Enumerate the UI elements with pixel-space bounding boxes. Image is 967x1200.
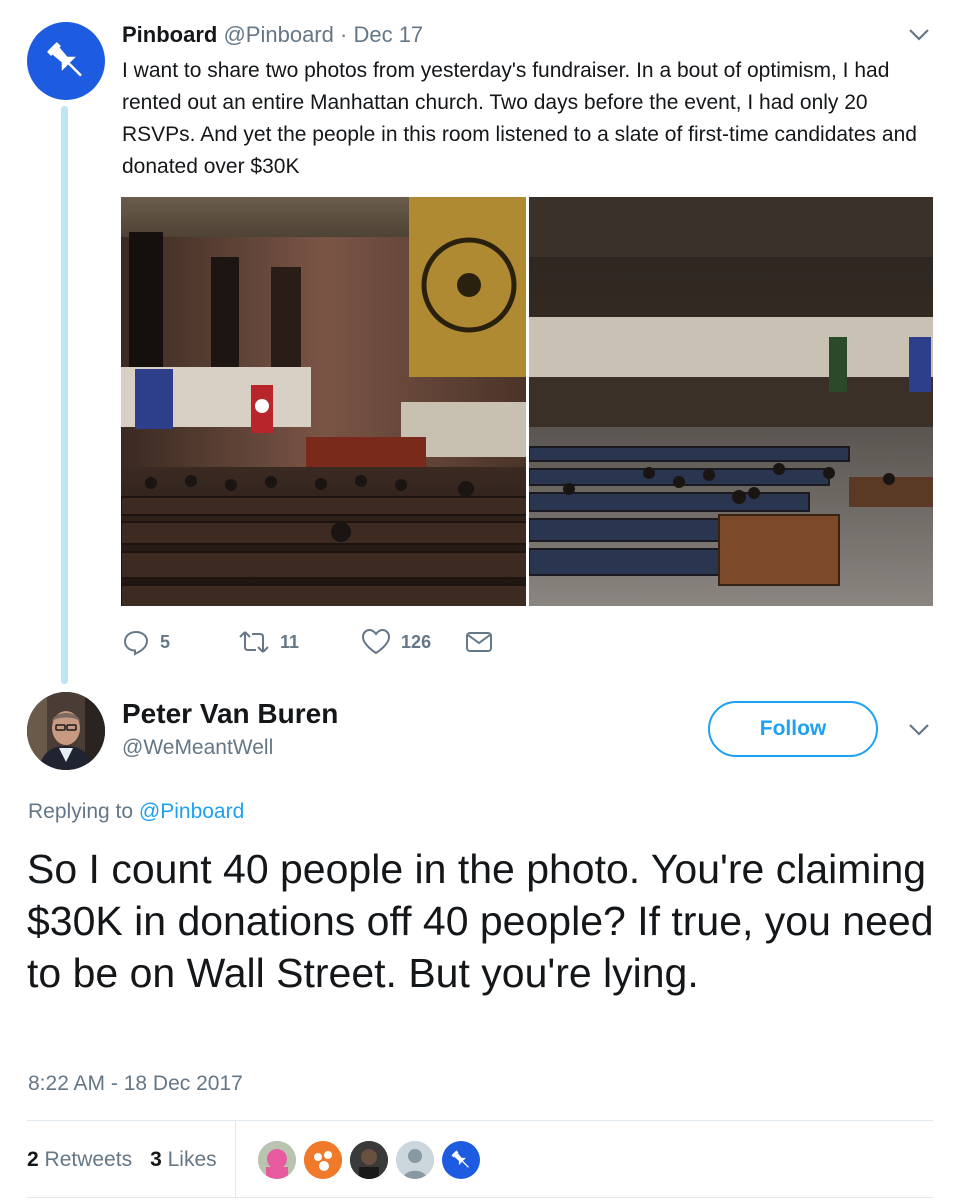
parent-tweet-header: Pinboard @Pinboard · Dec 17: [122, 22, 423, 48]
liker-avatar[interactable]: [349, 1140, 388, 1179]
message-icon: [466, 632, 493, 652]
replying-to-mention[interactable]: @Pinboard: [139, 800, 244, 823]
church-photo-left[interactable]: [121, 197, 526, 606]
chevron-down-icon[interactable]: [908, 723, 930, 737]
reply-count: 5: [160, 631, 171, 652]
reply-action[interactable]: 5: [122, 628, 170, 656]
retweet-action[interactable]: 11: [238, 628, 299, 656]
replying-to-prefix: Replying to: [28, 800, 134, 823]
retweets-count: 2: [27, 1147, 39, 1171]
parent-tweet-actions: 5 11 126: [122, 626, 493, 658]
header-separator: ·: [340, 22, 348, 47]
retweet-count: 11: [280, 631, 300, 652]
liker-avatar[interactable]: [303, 1140, 342, 1179]
replying-to-line: Replying to @Pinboard: [28, 800, 244, 824]
peter-avatar[interactable]: [27, 692, 105, 770]
liker-avatars: [257, 1140, 488, 1179]
reply-handle[interactable]: @WeMeantWell: [122, 736, 273, 760]
retweets-stat[interactable]: 2 Retweets: [27, 1148, 132, 1172]
like-action[interactable]: 126: [361, 628, 431, 656]
liker-avatar[interactable]: [257, 1140, 296, 1179]
liker-avatar[interactable]: [395, 1140, 434, 1179]
direct-message-action[interactable]: [465, 630, 493, 654]
stats-separator: [234, 1121, 236, 1198]
like-count: 126: [401, 631, 432, 652]
engagement-stats: 2 Retweets 3 Likes: [27, 1121, 933, 1198]
retweets-label: Retweets: [44, 1147, 133, 1171]
liker-avatar[interactable]: [441, 1140, 480, 1179]
reply-display-name[interactable]: Peter Van Buren: [122, 698, 338, 730]
parent-date[interactable]: Dec 17: [353, 22, 423, 47]
parent-display-name[interactable]: Pinboard: [122, 22, 217, 47]
chevron-down-icon[interactable]: [908, 28, 930, 42]
reply-tweet-text: So I count 40 people in the photo. You'r…: [27, 846, 934, 996]
pin-icon: [47, 42, 82, 77]
tweet-media: [121, 197, 933, 606]
reply-timestamp[interactable]: 8:22 AM - 18 Dec 2017: [28, 1072, 243, 1096]
heart-icon: [362, 628, 391, 655]
likes-stat[interactable]: 3 Likes: [150, 1148, 217, 1172]
follow-button[interactable]: Follow: [708, 701, 878, 757]
reply-icon: [123, 630, 149, 656]
pinboard-avatar[interactable]: [27, 22, 105, 100]
thread-connector-line: [61, 106, 68, 684]
likes-count: 3: [150, 1147, 162, 1171]
retweet-icon: [239, 631, 269, 653]
parent-tweet-text: I want to share two photos from yesterda…: [122, 59, 917, 178]
parent-handle[interactable]: @Pinboard: [223, 22, 333, 47]
likes-label: Likes: [167, 1147, 217, 1171]
stats-bottom-divider: [27, 1197, 933, 1198]
pin-icon: [451, 1150, 469, 1168]
church-photo-right[interactable]: [528, 197, 933, 606]
